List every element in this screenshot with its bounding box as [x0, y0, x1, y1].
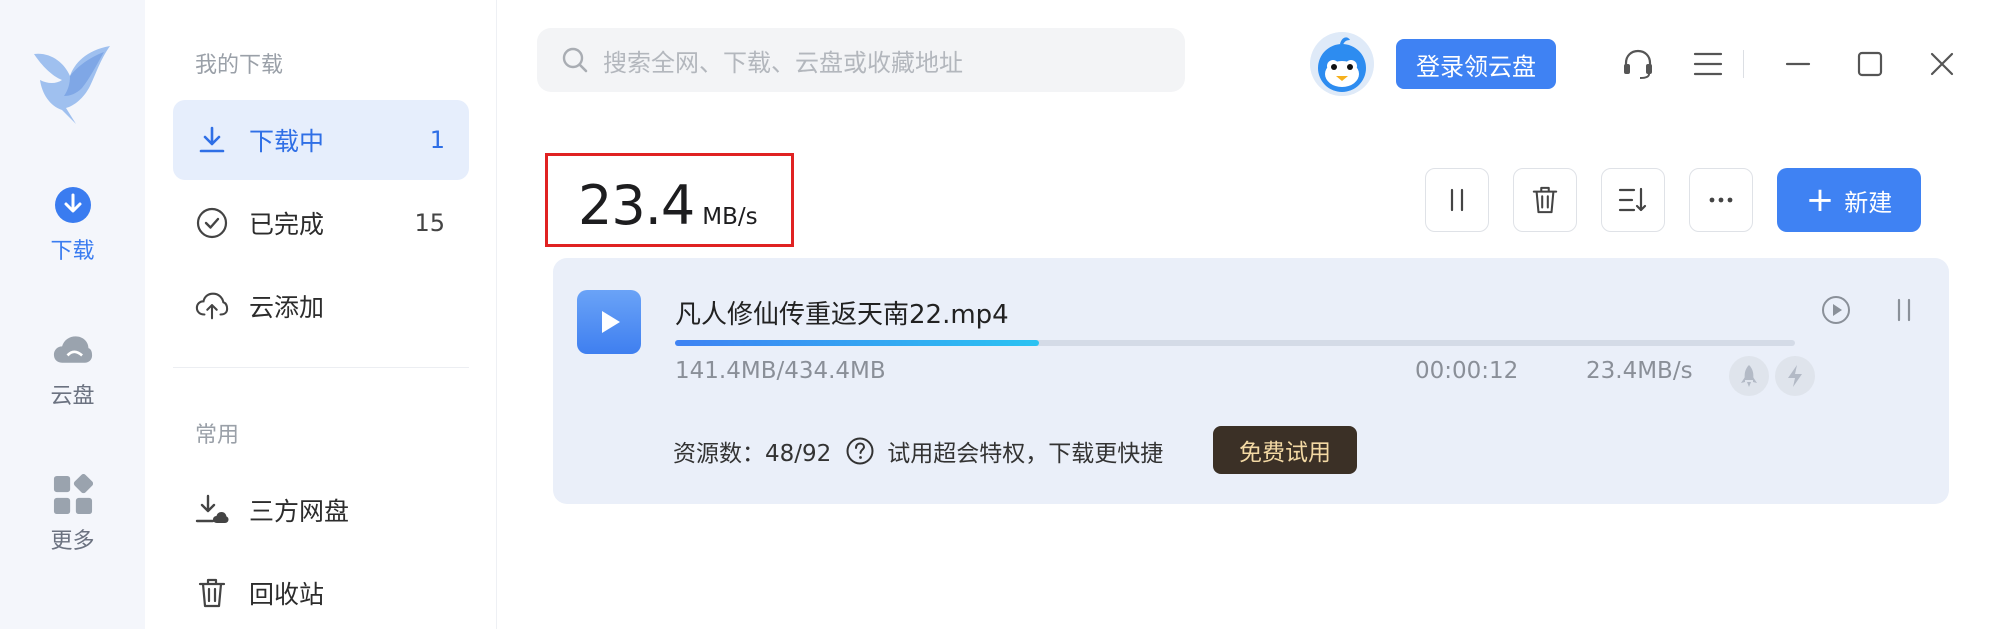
maximize-icon[interactable] [1850, 44, 1890, 84]
download-icon [195, 123, 229, 157]
app-logo [30, 40, 116, 126]
search-input[interactable]: 搜索全网、下载、云盘或收藏地址 [537, 28, 1185, 92]
my-downloads-heading: 我的下载 [195, 53, 284, 78]
file-name: 凡人修仙传重返天南22.mp4 [675, 300, 1009, 330]
common-heading: 常用 [195, 423, 240, 448]
cloud-upload-icon [195, 289, 229, 323]
new-task-button[interactable]: + 新建 [1777, 168, 1921, 232]
more-icon [1709, 197, 1733, 203]
time-remaining: 00:00:12 [1415, 358, 1519, 384]
sidebar-item-label: 云添加 [249, 293, 325, 322]
search-icon [562, 47, 588, 73]
speed-value: 23.4 [578, 174, 695, 237]
sidebar-item-recycle-bin[interactable]: 回收站 [173, 553, 469, 629]
sidebar-item-downloading[interactable]: 下载中 1 [173, 100, 469, 180]
pause-all-button[interactable] [1425, 168, 1489, 232]
login-button[interactable]: 登录领云盘 [1396, 39, 1556, 89]
left-rail: 下载 云盘 更多 [0, 0, 145, 629]
sidebar-item-label: 下载中 [249, 127, 325, 156]
rail-item-more[interactable]: 更多 [0, 474, 145, 555]
sidebar-item-third-party-drive[interactable]: 三方网盘 [173, 470, 469, 550]
download-sidebar: 我的下载 下载中 1 已完成 15 云添加 常用 三方网盘 回收站 [145, 0, 497, 629]
new-task-label: 新建 [1844, 188, 1893, 217]
download-circle-icon [53, 185, 93, 225]
more-options-button[interactable] [1689, 168, 1753, 232]
app-window: 下载 云盘 更多 我的下载 下载中 1 已完成 15 云添加 常用 三方网盘 回… [0, 0, 2000, 629]
sidebar-item-completed[interactable]: 已完成 15 [173, 183, 469, 263]
trash-icon [1532, 186, 1558, 214]
task-speed: 23.4MB/s [1586, 358, 1693, 384]
sidebar-item-count: 15 [414, 209, 445, 237]
trash-icon [195, 576, 229, 610]
rail-item-download[interactable]: 下载 [0, 185, 145, 265]
total-speed: 23.4 MB/s [545, 153, 794, 247]
source-count: 资源数：48/92 [673, 441, 832, 467]
apps-grid-icon [53, 474, 93, 515]
plus-icon: + [1805, 180, 1835, 220]
pause-icon[interactable] [1886, 292, 1922, 328]
progress-bar [675, 340, 1795, 346]
headset-icon[interactable] [1618, 44, 1658, 84]
speed-unit: MB/s [702, 204, 758, 230]
rail-item-label: 更多 [50, 529, 95, 554]
toolbar-separator [1743, 50, 1744, 78]
sidebar-divider [173, 367, 469, 368]
sidebar-item-label: 三方网盘 [249, 497, 350, 526]
sidebar-item-count: 1 [429, 126, 445, 154]
cloud-icon [53, 330, 93, 370]
rocket-icon[interactable] [1729, 356, 1769, 396]
free-trial-button[interactable]: 免费试用 [1213, 426, 1357, 474]
sort-icon [1618, 187, 1647, 212]
play-circle-icon[interactable] [1818, 292, 1854, 328]
rail-item-label: 下载 [50, 239, 95, 264]
lightning-icon[interactable] [1775, 356, 1815, 396]
rail-item-cloud[interactable]: 云盘 [0, 330, 145, 410]
third-party-drive-icon [195, 493, 229, 527]
sidebar-item-label: 回收站 [249, 580, 325, 609]
video-file-icon [577, 290, 641, 354]
sort-button[interactable] [1601, 168, 1665, 232]
search-placeholder: 搜索全网、下载、云盘或收藏地址 [603, 48, 963, 77]
help-icon[interactable] [845, 436, 875, 466]
check-circle-icon [195, 206, 229, 240]
rail-item-label: 云盘 [50, 384, 95, 409]
progress-fill [675, 340, 1039, 346]
download-task[interactable]: 凡人修仙传重返天南22.mp4 141.4MB/434.4MB 00:00:12… [553, 258, 1949, 504]
close-icon[interactable] [1922, 44, 1962, 84]
avatar[interactable] [1310, 32, 1374, 96]
delete-button[interactable] [1513, 168, 1577, 232]
downloaded-size: 141.4MB/434.4MB [675, 358, 886, 384]
sidebar-item-cloud-add[interactable]: 云添加 [173, 266, 469, 346]
promo-text: 试用超会特权，下载更快捷 [887, 441, 1164, 467]
source-info: 资源数：48/92 试用超会特权，下载更快捷 [673, 434, 1163, 468]
sidebar-item-label: 已完成 [249, 210, 325, 239]
minimize-icon[interactable] [1778, 44, 1818, 84]
pause-icon [1450, 188, 1464, 212]
menu-icon[interactable] [1688, 44, 1728, 84]
